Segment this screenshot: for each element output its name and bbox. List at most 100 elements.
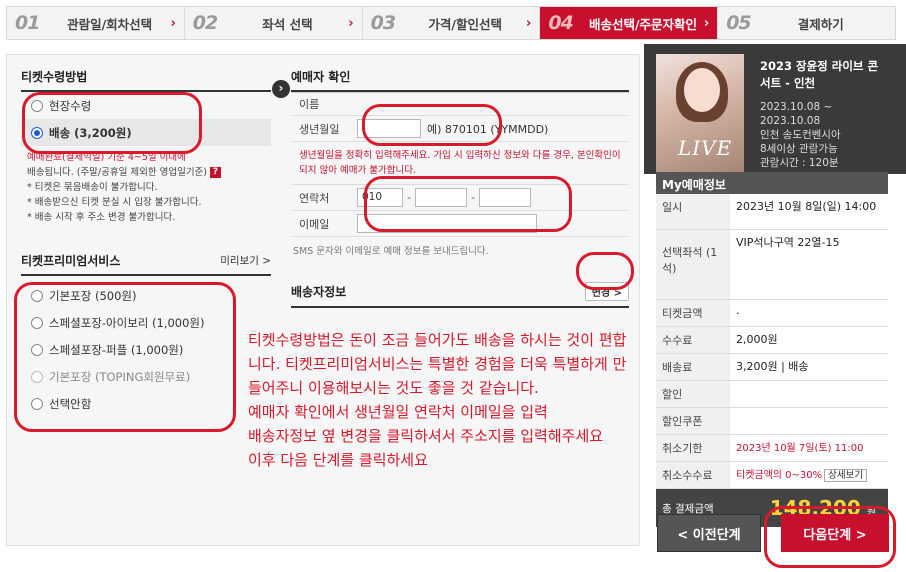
section-title: 배송자정보 [291, 285, 347, 299]
email-value [357, 211, 629, 236]
radio-icon [31, 289, 43, 302]
phone-prefix-input[interactable]: 010 [357, 188, 403, 207]
annotation-line: 예매자 확인에서 생년월일 연락처 이메일을 입력 [248, 403, 548, 421]
preview-link[interactable]: 미리보기 > [220, 253, 271, 268]
dash-separator: - [470, 191, 475, 204]
premium-option-basic[interactable]: 기본포장 (500원) [21, 282, 271, 309]
row-label: 티켓금액 [656, 300, 730, 326]
field-label: 이메일 [299, 217, 330, 231]
annotation-line: 배송자정보 옆 변경을 클릭하셔서 주소지를 입력해주세요 [248, 427, 604, 445]
option-label: 스페셜포장-퍼플 (1,000원) [49, 342, 184, 357]
premium-option-toping: 기본포장 (TOPING회원무료) [21, 363, 271, 390]
help-icon[interactable]: ? [210, 167, 222, 178]
left-column: 티켓수령방법 현장수령 배송 (3,200원) 예매완료(결제익일) 기준 4~… [21, 63, 271, 417]
navigation-buttons: < 이전단계 다음단계 > [657, 514, 889, 552]
performance-date: 2023.10.08 ~ 2023.10.08 [760, 101, 833, 127]
sms-note: SMS 문자와 이메일로 예매 정보를 보내드립니다. [293, 246, 489, 257]
step-label: 관람일/회차선택 [67, 16, 153, 32]
birth-input[interactable] [357, 119, 421, 138]
row-value: 2,000원 [736, 333, 778, 346]
prev-step-button[interactable]: < 이전단계 [657, 514, 761, 552]
radio-icon [31, 316, 43, 329]
delivery-change-button[interactable]: 변경 > [584, 282, 629, 301]
step-5[interactable]: 05 결제하기 [718, 7, 895, 39]
field-label: 생년월일 [299, 122, 340, 136]
step-progress-bar: 01 관람일/회차선택 › 02 좌석 선택 › 03 가격/할인선택 › 04 배송선택/주… [6, 6, 896, 40]
booking-row-cancel-fee: 취소수수료 티켓금액의 0~30% 상세보기 [656, 462, 888, 489]
radio-icon [31, 99, 43, 112]
step-number: 03 [370, 12, 396, 34]
detail-button[interactable]: 상세보기 [824, 469, 868, 482]
booking-row-cancel-deadline: 취소기한 2023년 10월 7일(토) 11:00 [656, 435, 888, 462]
my-booking-title: My예매정보 [656, 172, 888, 194]
next-step-button[interactable]: 다음단계 > [781, 514, 889, 552]
premium-option-purple[interactable]: 스페셜포장-퍼플 (1,000원) [21, 336, 271, 363]
performance-details: 2023.10.08 ~ 2023.10.08 인천 송도컨벤시아 8세이상 관… [760, 100, 888, 170]
step-4[interactable]: 04 배송선택/주문자확인 › [540, 7, 719, 39]
poster-live-text: LIVE [678, 136, 733, 160]
annotation-line: 이후 다음 단계를 클릭하세요 [248, 451, 428, 469]
row-value: 티켓금액의 0~30% 상세보기 [730, 462, 888, 488]
booking-row-delivery-fee: 배송료 3,200원 | 배송 [656, 354, 888, 381]
row-label: 취소수수료 [656, 462, 730, 488]
row-value: 3,200원 | 배송 [736, 360, 809, 373]
middle-column: 예매자 확인 이름 생년월일 예) 870101 (YYMMDD) 생년월일을 정… [291, 63, 629, 308]
step-2[interactable]: 02 좌석 선택 › [185, 7, 363, 39]
radio-icon [31, 397, 43, 410]
step-number: 05 [726, 12, 751, 34]
annotation-line: 티켓수령방법은 돈이 조금 들어가도 배송을 하시는 것이 편합니다. 티켓프리… [248, 331, 627, 397]
buyer-title: 예매자 확인 [291, 63, 629, 92]
booking-content: 티켓수령방법 현장수령 배송 (3,200원) 예매완료(결제익일) 기준 4~… [6, 54, 640, 546]
premium-option-none[interactable]: 선택안함 [21, 390, 271, 417]
email-input[interactable] [357, 214, 537, 233]
row-label: 수수료 [656, 327, 730, 353]
radio-icon [31, 343, 43, 356]
birth-hint: 예) 870101 (YYMMDD) [427, 122, 549, 136]
step-label: 가격/할인선택 [428, 16, 502, 32]
chevron-right-icon: › [703, 16, 710, 31]
chevron-right-icon: › [272, 80, 290, 98]
section-title: 티켓수령방법 [21, 70, 88, 84]
note-line: 배송됩니다. (주말/공휴일 제외한 영업일기준) ? [27, 165, 271, 180]
chevron-right-icon: › [526, 16, 532, 31]
delivery-title: 배송자정보 변경 > [291, 277, 629, 308]
receive-option-delivery[interactable]: 배송 (3,200원) [21, 119, 271, 146]
cancel-fee-text: 티켓금액의 0~30% [736, 470, 823, 481]
name-value [357, 101, 629, 107]
phone-middle-input[interactable] [414, 188, 467, 207]
phone-last-input[interactable] [478, 188, 531, 207]
premium-options: 기본포장 (500원) 스페셜포장-아이보리 (1,000원) 스페셜포장-퍼플… [21, 276, 271, 417]
row-value [730, 381, 888, 407]
birth-row: 생년월일 예) 870101 (YYMMDD) [291, 116, 629, 142]
performance-title: 2023 장윤정 라이브 콘서트 - 인천 [760, 59, 879, 90]
booking-summary-panel: LIVE 2023 장윤정 라이브 콘서트 - 인천 2023.10.08 ~ … [656, 54, 888, 527]
note-line: * 배송받으신 티켓 분실 시 입장 불가합니다. [27, 197, 202, 208]
receive-option-onsite[interactable]: 현장수령 [21, 92, 271, 119]
booking-row-discount: 할인 [656, 381, 888, 408]
premium-title: 티켓프리미엄서비스 미리보기 > [21, 247, 271, 276]
step-number: 02 [192, 12, 218, 34]
booking-row-ticket-price: 티켓금액. [656, 300, 888, 327]
note-line: * 티켓은 묶음배송이 불가합니다. [27, 182, 158, 193]
receive-notes: 예매완료(결제익일) 기준 4~5일 이내에 배송됩니다. (주말/공휴일 제외… [21, 146, 271, 225]
step-number: 04 [548, 12, 573, 34]
row-value [730, 408, 888, 434]
option-label: 스페셜포장-아이보리 (1,000원) [49, 315, 205, 330]
step-3[interactable]: 03 가격/할인선택 › [363, 7, 541, 39]
ticket-receive-title: 티켓수령방법 [21, 63, 271, 92]
performance-info: 2023 장윤정 라이브 콘서트 - 인천 2023.10.08 ~ 2023.… [744, 54, 888, 172]
chevron-right-icon: › [348, 16, 354, 31]
section-title: 예매자 확인 [291, 70, 351, 84]
step-1[interactable]: 01 관람일/회차선택 › [7, 7, 185, 39]
booking-row-coupon: 할인쿠폰 [656, 408, 888, 435]
performance-venue: 인천 송도컨벤시아 [760, 129, 841, 141]
premium-option-ivory[interactable]: 스페셜포장-아이보리 (1,000원) [21, 309, 271, 336]
row-value: 2023년 10월 7일(토) 11:00 [736, 443, 864, 454]
note-text: 배송됩니다. (주말/공휴일 제외한 영업일기준) [27, 167, 208, 178]
phone-value: 010- - [357, 185, 629, 210]
option-label: 현장수령 [49, 98, 92, 113]
my-booking-table: 일시 2023년 10월 8일(일) 14:00 선택좌석 (1석) VIP석나구역… [656, 194, 888, 489]
row-label: 취소기한 [656, 435, 730, 461]
booking-row-datetime: 일시 2023년 10월 8일(일) 14:00 [656, 194, 888, 230]
section-title: 티켓프리미엄서비스 [21, 254, 121, 268]
